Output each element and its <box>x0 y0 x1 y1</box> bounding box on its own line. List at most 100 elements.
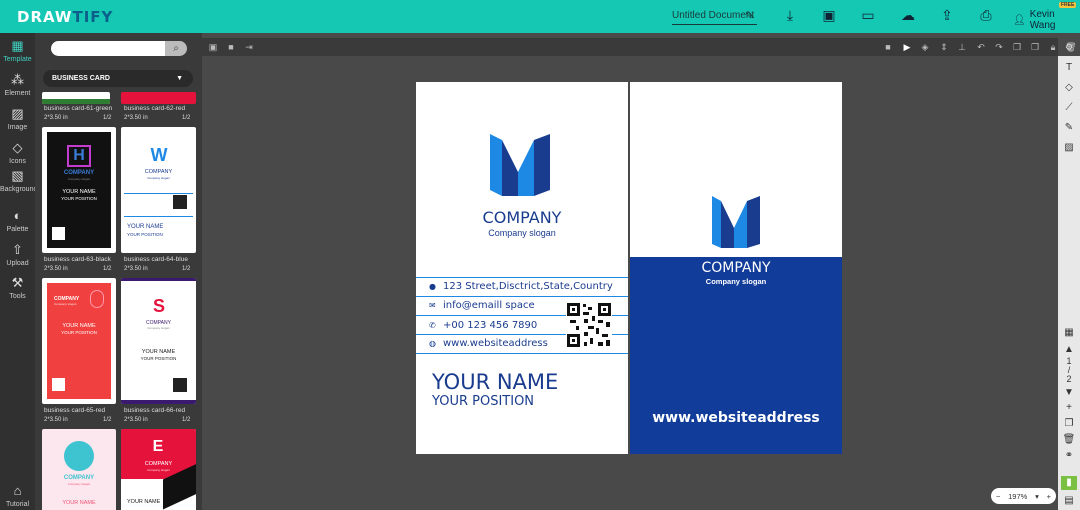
nav-tutorial[interactable]: ⌂ Tutorial <box>0 483 35 508</box>
fingerprint-icon <box>90 290 104 308</box>
back-company-name[interactable]: COMPANY <box>630 260 842 276</box>
thumb-name: business card-62-red <box>124 105 186 112</box>
nav-icons[interactable]: ◇ Icons <box>0 140 35 165</box>
template-thumb-63[interactable]: H COMPANY Company slogan YOUR NAME YOUR … <box>42 127 116 253</box>
pen-icon[interactable]: ✎ <box>1061 121 1077 135</box>
image-icon: ▨ <box>11 106 24 121</box>
download-icon[interactable]: ⤓ <box>781 7 799 23</box>
nav-upload[interactable]: ⇧ Upload <box>0 242 35 267</box>
logo-h-icon: H <box>67 145 91 167</box>
template-thumb-65[interactable]: COMPANY Company slogan YOUR NAME YOUR PO… <box>42 278 116 404</box>
edit-title-icon[interactable]: ✎ <box>745 9 754 22</box>
cloud-icon[interactable]: ☁ <box>899 7 917 23</box>
thumb-your-position: YOUR POSITION <box>127 232 163 237</box>
card-front-page[interactable]: COMPANY Company slogan ● 123 Street,Disct… <box>416 82 628 454</box>
undo-icon[interactable]: ↶ <box>975 41 987 53</box>
redo-icon[interactable]: ↷ <box>993 41 1005 53</box>
thumb-name: business card-64-blue <box>124 256 188 263</box>
thumb-company: COMPANY <box>63 475 95 481</box>
layout-icon[interactable]: ▣ <box>207 41 219 53</box>
thumb-slogan: Company slogan <box>147 176 170 180</box>
template-icon: ▦ <box>11 38 24 53</box>
category-dropdown[interactable]: BUSINESS CARD ▼ <box>43 70 193 87</box>
import-icon[interactable]: ⇥ <box>243 41 255 53</box>
search-icon[interactable]: ⌕ <box>165 41 187 56</box>
shapes-icon[interactable]: ◇ <box>1061 81 1077 95</box>
icons-icon: ◇ <box>12 140 23 155</box>
app-logo[interactable]: DRAWTIFY <box>17 8 113 26</box>
front-your-name[interactable]: YOUR NAME <box>432 370 558 394</box>
layers-icon[interactable]: ◈ <box>919 41 931 53</box>
settings-icon[interactable]: ⚙ <box>1063 41 1075 53</box>
phone-row[interactable]: ✆ +00 123 456 7890 <box>429 320 537 331</box>
template-thumb-68[interactable]: E COMPANY Company slogan YOUR NAME <box>121 429 196 510</box>
text-icon[interactable]: T <box>1061 61 1077 75</box>
duplicate-page-icon[interactable]: ❐ <box>1061 417 1077 431</box>
divider-line <box>416 277 628 278</box>
user-name: Kevin Wang <box>1029 9 1056 31</box>
picture-icon[interactable]: ▨ <box>1061 141 1077 155</box>
zoom-dropdown-icon[interactable]: ▾ <box>1035 492 1039 501</box>
thumb-size: 2*3.50 in <box>44 266 68 272</box>
email-icon: ✉ <box>429 301 436 310</box>
back-website[interactable]: www.websiteaddress <box>630 410 842 426</box>
page-down-icon[interactable]: ▼ <box>1061 386 1077 400</box>
play-icon[interactable]: ▶ <box>901 41 913 53</box>
template-thumb-62[interactable] <box>121 92 196 104</box>
qr-code <box>52 227 65 240</box>
qr-code[interactable] <box>566 302 612 348</box>
template-thumb-67[interactable]: COMPANY Company slogan YOUR NAME <box>42 429 116 510</box>
website-row[interactable]: ◍ www.websiteaddress <box>429 338 548 349</box>
thumb-size: 2*3.50 in <box>44 115 68 121</box>
print-icon[interactable]: ⎙ <box>977 7 995 23</box>
back-company-slogan[interactable]: Company slogan <box>630 277 842 286</box>
card-back-page[interactable]: COMPANY Company slogan www.websiteaddres… <box>630 82 842 454</box>
user-menu[interactable]: 👤︎ Kevin Wang <box>1013 9 1080 31</box>
video-icon[interactable]: ■ <box>882 41 894 53</box>
tools-icon: ⚒ <box>11 275 24 290</box>
thumb-name: business card-63-black <box>44 256 111 263</box>
left-navigation: ▦ Template ⁂ Element ▨ Image ◇ Icons ▧ Backgr… <box>0 33 37 510</box>
zoom-out-button[interactable]: − <box>996 492 1000 501</box>
link-icon[interactable]: ⚭ <box>1061 449 1077 463</box>
front-company-slogan[interactable]: Company slogan <box>416 228 628 238</box>
nav-background[interactable]: ▧ Background <box>0 168 37 193</box>
nav-element[interactable]: ⁂ Element <box>0 72 35 97</box>
delete-page-icon[interactable]: 🗑︎ <box>1061 433 1077 447</box>
present-icon[interactable]: ▭ <box>859 7 877 23</box>
copy-icon[interactable]: ❐ <box>1011 41 1023 53</box>
position-icon[interactable]: ⊥ <box>956 41 968 53</box>
nav-template[interactable]: ▦ Template <box>0 38 35 63</box>
front-company-name[interactable]: COMPANY <box>416 208 628 227</box>
save-icon[interactable]: ▣ <box>820 7 838 23</box>
nav-tools[interactable]: ⚒ Tools <box>0 275 35 300</box>
template-thumb-66[interactable]: S COMPANY Company slogan YOUR NAME YOUR … <box>121 278 196 404</box>
flip-icon[interactable]: ⇕ <box>938 41 950 53</box>
line-icon[interactable]: ⟋ <box>1061 101 1077 115</box>
paste-icon[interactable]: ❐ <box>1029 41 1041 53</box>
thumb-your-name: YOUR NAME <box>62 500 96 506</box>
grid-icon[interactable]: ▦ <box>1061 326 1077 340</box>
upload-icon: ⇧ <box>12 242 23 257</box>
zoom-in-button[interactable]: + <box>1047 492 1051 501</box>
thumb-company: COMPANY <box>63 170 95 176</box>
palette-icon: ◐ <box>13 208 22 223</box>
zoom-level[interactable]: 197% <box>1008 492 1027 501</box>
add-page-icon[interactable]: + <box>1061 401 1077 415</box>
thumb-slogan: Company slogan <box>147 326 170 330</box>
lock-icon[interactable]: 🔒︎ <box>1047 41 1059 53</box>
share-icon[interactable]: ⇪ <box>938 7 956 23</box>
nav-palette[interactable]: ◐ Palette <box>0 208 35 233</box>
nav-image[interactable]: ▨ Image <box>0 106 35 131</box>
thumb-slogan: Company slogan <box>67 482 91 486</box>
divider-line <box>416 296 628 297</box>
email-row[interactable]: ✉ info@emaill space <box>429 300 535 311</box>
address-row[interactable]: ● 123 Street,Disctrict,State,Country <box>429 281 613 292</box>
background-swatch-icon[interactable]: ■ <box>225 41 237 53</box>
book-icon[interactable]: ▮ <box>1061 476 1077 490</box>
template-thumb-64[interactable]: W COMPANY Company slogan YOUR NAME YOUR … <box>121 127 196 253</box>
template-thumb-61[interactable] <box>42 92 110 104</box>
notes-icon[interactable]: ▤ <box>1061 494 1077 508</box>
front-your-position[interactable]: YOUR POSITION <box>432 394 534 409</box>
thumb-name: business card-66-red <box>124 407 186 414</box>
